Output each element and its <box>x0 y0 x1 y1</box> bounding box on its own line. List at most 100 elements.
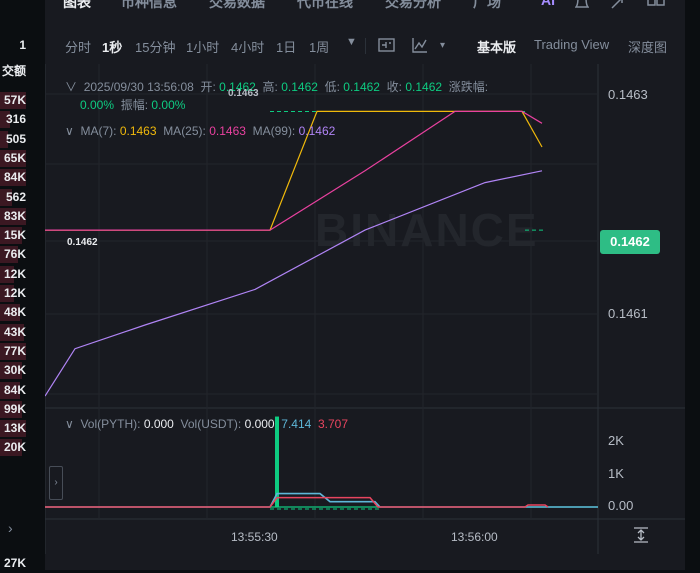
high-value: 0.1462 <box>281 80 318 94</box>
order-book-value: 77K <box>3 343 26 358</box>
expand-sidebar-button[interactable]: › <box>49 466 63 500</box>
close-label: 收: <box>386 80 402 94</box>
amplitude-label: 振幅: <box>120 98 149 112</box>
line-chart-icon[interactable] <box>412 37 428 53</box>
chevron-down-icon[interactable]: ▼ <box>346 36 357 48</box>
close-value: 0.1462 <box>405 80 443 94</box>
interval-1d[interactable]: 1日 <box>276 37 296 56</box>
open-label: 开: <box>200 80 216 94</box>
chart-type-chevron-icon[interactable]: ▾ <box>440 40 445 51</box>
high-label: 高: <box>262 80 278 94</box>
interval-1w[interactable]: 1周 <box>309 37 329 56</box>
layout-icon[interactable] <box>647 0 665 8</box>
tab-trading-data[interactable]: 交易数据 <box>209 0 265 12</box>
order-book-value: 12K <box>3 266 26 281</box>
collapse-ma-chevron-icon[interactable]: ∨ <box>65 124 74 138</box>
volume-ma2-line <box>45 496 549 508</box>
order-book-value: 84K <box>3 382 26 397</box>
order-book-row: 76K <box>0 245 26 264</box>
order-book-header: 交额 <box>1 64 26 78</box>
interval-timeline[interactable]: 分时 <box>65 37 91 56</box>
order-book-row: 77K <box>0 342 26 361</box>
order-book-row: 65K <box>0 149 26 168</box>
volume-readout: ∨ Vol(PYTH): 0.000 Vol(USDT): 0.000 7.41… <box>65 417 348 431</box>
order-book-value: 99K <box>3 401 26 416</box>
order-book-value: 84K <box>3 170 26 185</box>
interval-4h[interactable]: 4小时 <box>231 37 264 56</box>
fit-to-screen-icon[interactable] <box>632 526 650 544</box>
price-axis-label: 0.1463 <box>608 87 648 102</box>
volume-axis-label: 0.00 <box>608 498 634 513</box>
time-axis-label: 13:56:00 <box>451 530 498 544</box>
order-book-value: 316 <box>5 112 26 127</box>
order-book-row: 316 <box>0 110 26 129</box>
low-marker-label: 0.1462 <box>67 237 98 248</box>
bell-icon[interactable] <box>574 0 590 8</box>
collapse-chevron-icon[interactable]: ∨ <box>65 80 77 94</box>
vol-pyth-label: Vol(PYTH): <box>80 417 141 431</box>
time-axis-label: 13:55:30 <box>231 530 278 544</box>
volume-axis-label: 1K <box>608 466 624 481</box>
order-book-row: 15K <box>0 226 26 245</box>
current-price-badge: 0.1462 <box>600 230 660 254</box>
order-book-value: 48K <box>3 305 26 320</box>
volume-collapse-chevron-icon[interactable]: ∨ <box>65 417 74 431</box>
order-book-row: 20K <box>0 438 26 457</box>
ma25-value: 0.1463 <box>209 124 246 138</box>
order-book-row: 43K <box>0 323 26 342</box>
order-book-row: 12K <box>0 284 26 303</box>
high-marker-label: 0.1463 <box>228 88 259 99</box>
vol-usdt-label: Vol(USDT): <box>180 417 242 431</box>
expand-icon[interactable] <box>611 0 623 9</box>
top-tab-bar: 图表 币种信息 交易数据 代币在线 交易分析 广场 AI <box>45 0 685 14</box>
order-book-row: 13K <box>0 419 26 438</box>
order-book-value: 65K <box>3 150 26 165</box>
watermark: BINANCE <box>315 204 539 256</box>
order-book-value: 43K <box>3 324 26 339</box>
change-label: 涨跌幅: <box>448 80 489 94</box>
ma25-label: MA(25): <box>163 124 206 138</box>
ohlc-date: 2025/09/30 13:56:08 <box>83 80 194 94</box>
view-tradingview[interactable]: Trading View <box>534 37 609 52</box>
volume-ma1-line <box>45 492 598 508</box>
order-book-value: 562 <box>5 189 26 204</box>
tab-coin-info[interactable]: 币种信息 <box>121 0 177 12</box>
ma99-value: 0.1462 <box>298 124 336 138</box>
order-book-row: 562 <box>0 188 26 207</box>
order-book-value: 30K <box>3 363 26 378</box>
right-edge-strip <box>688 0 700 570</box>
order-book-value: 83K <box>3 208 26 223</box>
view-depth[interactable]: 深度图 <box>628 37 667 56</box>
low-value: 0.1462 <box>343 80 380 94</box>
ma-readout: ∨ MA(7): 0.1463 MA(25): 0.1463 MA(99): 0… <box>65 124 335 138</box>
volume-axis-label: 2K <box>608 433 624 448</box>
vol-ma2-value: 3.707 <box>317 417 348 431</box>
order-book-value: 15K <box>3 228 26 243</box>
indicator-icon[interactable] <box>378 37 396 53</box>
tab-token-online[interactable]: 代币在线 <box>297 0 353 12</box>
tab-ai[interactable]: AI <box>541 0 555 8</box>
price-axis-label: 0.1461 <box>608 306 648 321</box>
order-book-bottom-row: 27K <box>3 556 26 570</box>
tab-trade-analysis[interactable]: 交易分析 <box>385 0 441 12</box>
interval-1s[interactable]: 1秒 <box>102 37 122 56</box>
order-book-value: 20K <box>3 440 26 455</box>
ohlc-readout: ∨ 2025/09/30 13:56:08 开: 0.1462 高: 0.146… <box>65 78 488 95</box>
tab-square[interactable]: 广场 <box>473 0 501 12</box>
interval-15m[interactable]: 15分钟 <box>135 37 175 56</box>
view-basic[interactable]: 基本版 <box>477 37 516 56</box>
change-value: 0.00% <box>80 98 115 112</box>
order-book-row: 99K <box>0 400 26 419</box>
order-book-value: 13K <box>3 421 26 436</box>
amplitude-value: 0.00% <box>151 98 186 112</box>
chevron-right-icon[interactable]: › <box>8 520 13 536</box>
order-book-value: 76K <box>3 247 26 262</box>
tab-chart[interactable]: 图表 <box>63 0 91 12</box>
vol-ma1-value: 7.414 <box>281 417 312 431</box>
order-book-value: 57K <box>3 93 26 107</box>
ma99-label: MA(99): <box>252 124 296 138</box>
order-book-header-top: 1 <box>19 38 26 52</box>
order-book-row: 57K <box>0 91 26 110</box>
order-book-row: 84K <box>0 168 26 187</box>
interval-1h[interactable]: 1小时 <box>186 37 219 56</box>
